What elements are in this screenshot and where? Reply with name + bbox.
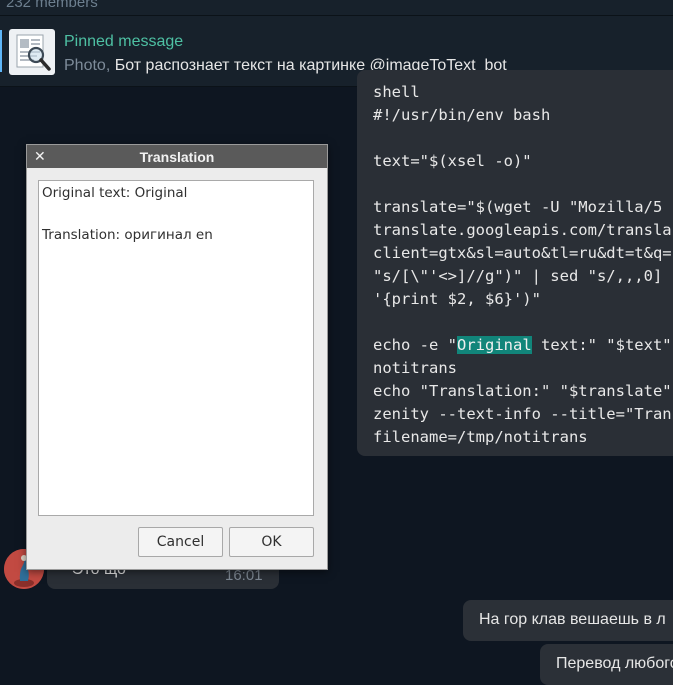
code-line: #!/usr/bin/env bash	[373, 106, 551, 124]
code-line: filename=/tmp/notitrans	[373, 428, 588, 446]
pinned-accent-bar	[0, 30, 2, 72]
code-line-echo: echo -e "Original text:" "$text"	[373, 336, 672, 354]
ok-button[interactable]: OK	[229, 527, 314, 557]
pinned-photo-thumbnail	[9, 29, 55, 75]
code-line: translate="$(wget -U "Mozilla/5	[373, 198, 663, 216]
code-line: zenity --text-info --title="Tran	[373, 405, 672, 423]
code-block: shell #!/usr/bin/env bash text="$(xsel -…	[373, 81, 672, 449]
outgoing-message-bubble: На гор клав вешаешь в л	[463, 600, 673, 641]
code-line: echo "Translation:" "$translate"	[373, 382, 672, 400]
magnifier-document-icon	[16, 34, 51, 71]
chat-header: 232 members	[0, 0, 673, 16]
dialog-titlebar[interactable]: Translation ✕	[27, 145, 327, 168]
code-line: client=gtx&sl=auto&tl=ru&dt=t&q=	[373, 244, 672, 262]
original-text-line: Original text: Original	[42, 185, 188, 201]
code-line: notitrans	[373, 359, 457, 377]
code-line: '{print $2, $6}')"	[373, 290, 541, 308]
dialog-title: Translation	[139, 149, 215, 165]
code-line: "s/[\"'<>]//g")" | sed "s/,,,0]	[373, 267, 663, 285]
code-line: shell	[373, 83, 420, 101]
code-line: text="$(xsel -o)"	[373, 152, 532, 170]
members-count: 232 members	[6, 0, 98, 11]
translation-line: Translation: оригинал en	[42, 227, 213, 243]
outgoing-message-bubble: Перевод любого	[540, 644, 673, 685]
cancel-button[interactable]: Cancel	[138, 527, 223, 557]
message-text: На гор клав вешаешь в л	[479, 611, 666, 628]
message-text: Перевод любого	[556, 655, 673, 672]
code-line: translate.googleapis.com/transla	[373, 221, 672, 239]
pinned-title: Pinned message	[64, 33, 184, 50]
translation-text-area[interactable]: Original text: Original Translation: ори…	[38, 180, 314, 516]
translation-dialog: Translation ✕ Original text: Original Tr…	[26, 144, 328, 570]
pinned-media-label: Photo,	[64, 57, 111, 74]
close-icon[interactable]: ✕	[34, 147, 48, 165]
search-highlight: Original	[457, 336, 532, 354]
